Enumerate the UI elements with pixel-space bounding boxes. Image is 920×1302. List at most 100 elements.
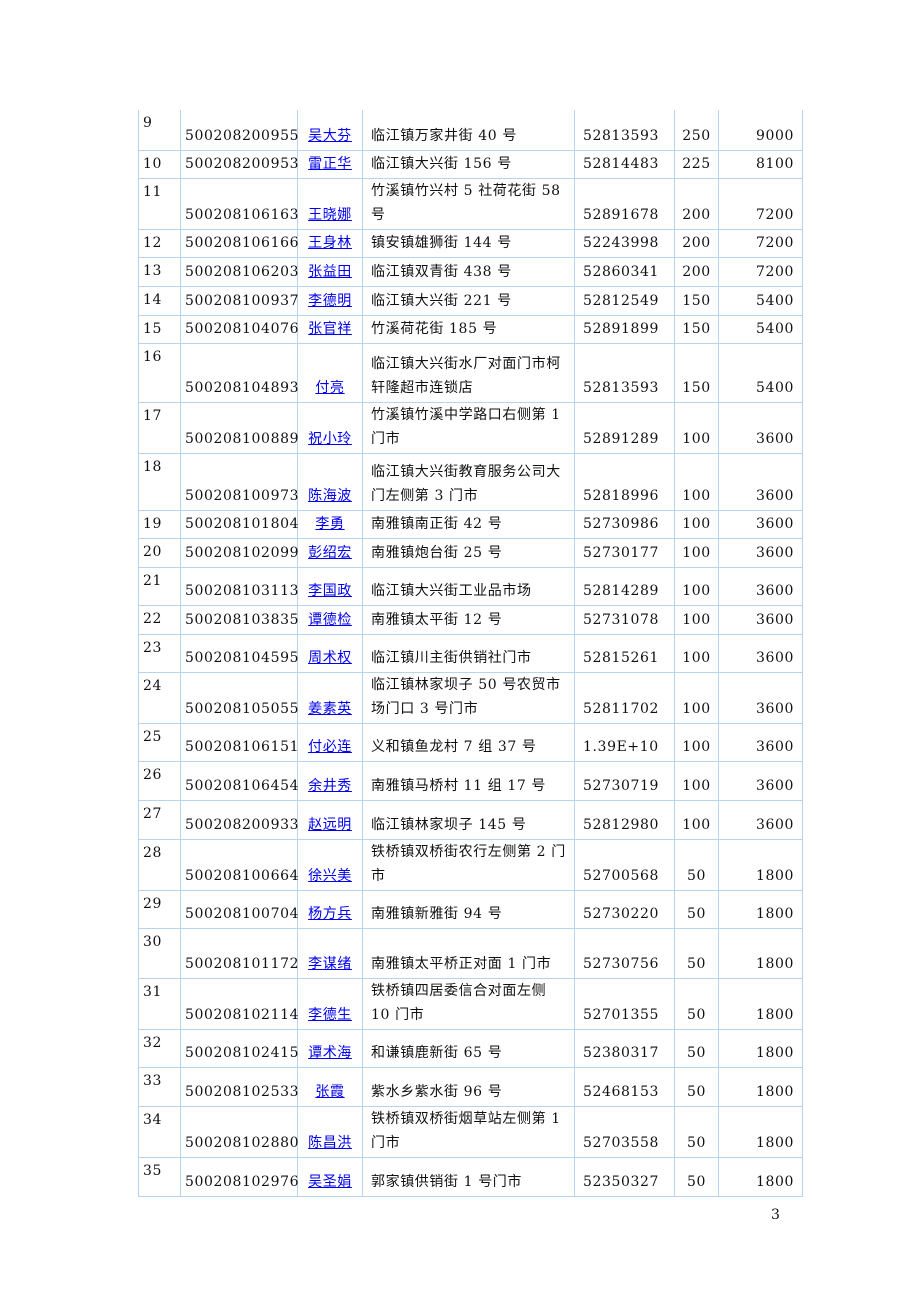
row-name-cell: 李国政 (297, 566, 363, 606)
row-address: 南雅镇马桥村 11 组 17 号 (371, 777, 547, 794)
row-number-cell: 18 (138, 452, 181, 511)
row-number: 18 (143, 458, 163, 475)
row-amount-cell: 1800 (718, 1156, 803, 1197)
row-name-cell: 王晓娜 (297, 177, 363, 230)
name-link[interactable]: 张官祥 (308, 321, 352, 337)
row-phone: 52814483 (583, 155, 660, 172)
page-number: 3 (771, 1207, 780, 1223)
row-quantity-cell: 50 (674, 838, 719, 891)
row-code: 500208104595 (185, 649, 300, 666)
row-phone-cell: 52730986 (574, 509, 675, 539)
name-link[interactable]: 姜素英 (308, 701, 352, 717)
name-link[interactable]: 张霞 (315, 1084, 344, 1100)
row-address-cell: 南雅镇新雅街 94 号 (362, 889, 575, 929)
row-code-cell: 500208100937 (180, 285, 298, 316)
name-link[interactable]: 徐兴美 (308, 868, 352, 884)
row-name-cell: 陈海波 (297, 452, 363, 511)
row-quantity: 50 (686, 955, 706, 972)
name-link[interactable]: 李国政 (308, 583, 352, 599)
row-phone-cell: 1.39E+10 (574, 722, 675, 762)
name-link[interactable]: 陈海波 (308, 488, 352, 504)
name-link[interactable]: 杨方兵 (308, 906, 352, 922)
row-amount: 1800 (755, 867, 794, 884)
name-link[interactable]: 祝小玲 (308, 431, 352, 447)
row-quantity: 150 (682, 320, 711, 337)
row-amount: 7200 (755, 263, 794, 280)
row-phone-cell: 52891899 (574, 314, 675, 344)
row-quantity-cell: 200 (674, 256, 719, 287)
row-number: 13 (143, 262, 163, 279)
row-phone-cell: 52818996 (574, 452, 675, 511)
name-link[interactable]: 陈昌洪 (308, 1135, 352, 1151)
row-quantity-cell: 100 (674, 401, 719, 454)
name-link[interactable]: 付必连 (308, 739, 352, 755)
row-phone: 52814289 (583, 582, 660, 599)
row-name-cell: 张霞 (297, 1066, 363, 1107)
row-amount: 3600 (755, 487, 794, 504)
row-amount-cell: 3600 (718, 633, 803, 673)
row-amount-cell: 3600 (718, 566, 803, 606)
records-table: 9 500208200955 吴大芬 临江镇万家井街 40 号 52813593 250 9… (138, 110, 803, 1197)
row-amount: 1800 (755, 905, 794, 922)
name-link[interactable]: 周术权 (308, 650, 352, 666)
row-code: 500208106166 (185, 234, 300, 251)
row-number: 22 (143, 610, 163, 627)
table-row: 12 500208106166 王身林 镇安镇雄狮街 144 号 52243998 200… (138, 228, 803, 258)
row-code: 500208200955 (185, 127, 300, 144)
name-link[interactable]: 吴大芬 (308, 128, 352, 144)
row-number: 33 (143, 1072, 163, 1089)
row-name-cell: 张益田 (297, 256, 363, 287)
row-amount: 8100 (755, 155, 794, 172)
row-name-cell: 杨方兵 (297, 889, 363, 929)
row-amount: 9000 (755, 127, 794, 144)
row-address: 临江镇林家坝子 50 号农贸市场门口 3 号门市 (371, 676, 561, 717)
row-amount: 1800 (755, 1006, 794, 1023)
name-link[interactable]: 付亮 (315, 380, 344, 396)
table-row: 31 500208102114 李德生 铁桥镇四居委信合对面左侧 10 门市 52701… (138, 977, 803, 1030)
name-link[interactable]: 雷正华 (308, 156, 352, 172)
name-link[interactable]: 赵远明 (308, 817, 352, 833)
row-phone: 52811702 (583, 700, 660, 717)
name-link[interactable]: 余井秀 (308, 778, 352, 794)
row-address: 南雅镇太平街 12 号 (371, 611, 503, 628)
row-number-cell: 34 (138, 1105, 181, 1158)
row-code-cell: 500208102415 (180, 1028, 298, 1068)
row-phone: 52730986 (583, 515, 660, 532)
row-number-cell: 13 (138, 256, 181, 287)
name-link[interactable]: 谭德检 (308, 612, 352, 628)
name-link[interactable]: 吴圣娟 (308, 1174, 352, 1190)
row-code-cell: 500208102099 (180, 537, 298, 568)
name-link[interactable]: 谭术海 (308, 1045, 352, 1061)
row-phone-cell: 52891678 (574, 177, 675, 230)
row-number: 34 (143, 1111, 163, 1128)
row-phone: 52380317 (583, 1044, 660, 1061)
name-link[interactable]: 王晓娜 (308, 207, 352, 223)
records-table-body: 9 500208200955 吴大芬 临江镇万家井街 40 号 52813593 250 9… (138, 110, 803, 1197)
table-row: 10 500208200953 雷正华 临江镇大兴街 156 号 52814483 225… (138, 149, 803, 179)
name-link[interactable]: 李勇 (315, 516, 344, 532)
row-number: 30 (143, 933, 163, 950)
row-code: 500208200953 (185, 155, 300, 172)
name-link[interactable]: 张益田 (308, 264, 352, 280)
name-link[interactable]: 李德生 (308, 1007, 352, 1023)
table-row: 26 500208106454 余井秀 南雅镇马桥村 11 组 17 号 5273071… (138, 760, 803, 801)
name-link[interactable]: 彭绍宏 (308, 545, 352, 561)
row-quantity-cell: 50 (674, 1156, 719, 1197)
row-amount: 7200 (755, 206, 794, 223)
name-link[interactable]: 王身林 (308, 235, 352, 251)
row-quantity: 100 (682, 515, 711, 532)
row-name-cell: 王身林 (297, 228, 363, 258)
row-amount: 1800 (755, 1044, 794, 1061)
row-quantity: 250 (682, 127, 711, 144)
row-phone-cell: 52815261 (574, 633, 675, 673)
row-name-cell: 余井秀 (297, 760, 363, 801)
row-name-cell: 李勇 (297, 509, 363, 539)
row-code-cell: 500208100664 (180, 838, 298, 891)
row-phone: 52813593 (583, 127, 660, 144)
row-address-cell: 义和镇鱼龙村 7 组 37 号 (362, 722, 575, 762)
row-name-cell: 赵远明 (297, 799, 363, 840)
name-link[interactable]: 李德明 (308, 293, 352, 309)
row-number: 14 (143, 291, 163, 308)
name-link[interactable]: 李谋绪 (308, 956, 352, 972)
row-number-cell: 12 (138, 228, 181, 258)
